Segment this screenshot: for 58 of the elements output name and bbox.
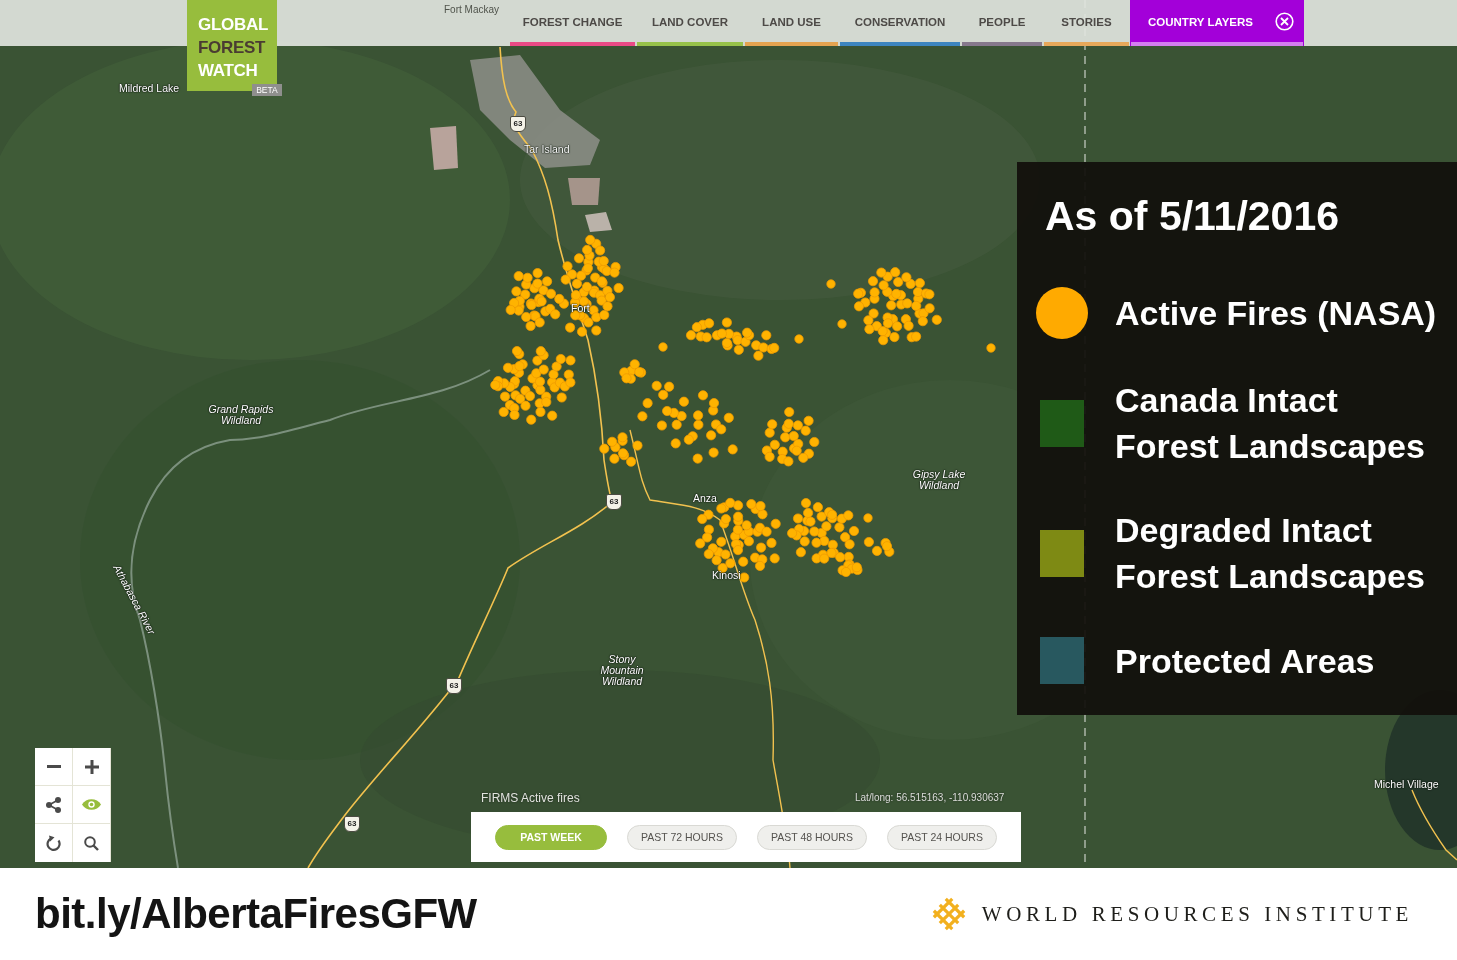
logo-text: FOREST: [198, 37, 266, 59]
highway-shield: 63: [344, 816, 360, 832]
search-button[interactable]: [73, 824, 110, 862]
place-label: Mildred Lake: [119, 83, 180, 94]
eye-icon: [82, 799, 101, 810]
road-line: [1411, 789, 1457, 861]
fire-cluster: [863, 537, 895, 557]
short-link-text: bit.ly/AlbertaFiresGFW: [35, 890, 477, 938]
refresh-icon: [46, 834, 61, 852]
fire-dot: [794, 334, 804, 344]
fire-dot: [826, 279, 836, 289]
nav-tab[interactable]: CONSERVATION: [839, 0, 961, 46]
tailings-pond: [585, 212, 612, 232]
fire-dot: [863, 513, 873, 523]
fire-dot: [986, 343, 996, 353]
nav-tab[interactable]: STORIES: [1043, 0, 1130, 46]
nav-tab[interactable]: COUNTRY LAYERS: [1130, 0, 1304, 46]
fire-cluster: [761, 407, 820, 467]
place-label: Michel Village: [1374, 779, 1439, 790]
time-range-button[interactable]: PAST 72 HOURS: [627, 824, 737, 850]
legend-label: Degraded Intact Forest Landscapes: [1115, 510, 1426, 597]
park-label: Grand Rapids Wildland: [207, 404, 275, 426]
logo-text: GLOBAL: [198, 14, 268, 36]
legend-label: Active Fires (NASA): [1115, 293, 1438, 334]
tailings-pond: [430, 126, 458, 170]
organization-name: WORLD RESOURCES INSTITUTE: [981, 901, 1413, 927]
highway-shield: 63: [446, 678, 462, 694]
share-button[interactable]: [35, 786, 72, 823]
place-label: Fort: [571, 303, 590, 314]
beta-badge: BETA: [252, 84, 282, 96]
close-icon[interactable]: [1275, 12, 1294, 31]
place-label: Anza: [693, 493, 717, 504]
coordinates-text: Lat/long: 56.515163, -110.930637: [855, 792, 1005, 803]
minus-icon: [46, 765, 61, 768]
search-icon: [84, 835, 99, 851]
highway-shield: 63: [606, 494, 622, 510]
legend-label: Canada Intact Forest Landscapes: [1115, 380, 1426, 467]
logo-text: WATCH: [198, 60, 258, 82]
zoom-in-button[interactable]: [73, 748, 110, 785]
zoom-out-button[interactable]: [35, 748, 72, 785]
fire-dot: [837, 319, 847, 329]
park-label: Stony Mountain Wildland: [599, 654, 645, 687]
legend-label: Protected Areas: [1115, 640, 1376, 682]
park-label: Gipsy Lake Wildland: [911, 469, 967, 491]
nav-tab[interactable]: PEOPLE: [961, 0, 1043, 46]
highway-shield: 63: [510, 116, 526, 132]
nav-tab[interactable]: FOREST CHANGE: [509, 0, 636, 46]
legend-title: As of 5/11/2016: [1045, 192, 1341, 240]
fire-dot: [658, 342, 668, 352]
time-range-button[interactable]: PAST 24 HOURS: [887, 824, 997, 850]
time-range-button[interactable]: PAST 48 HOURS: [757, 824, 867, 850]
refresh-button[interactable]: [35, 824, 72, 862]
nav-tab[interactable]: LAND USE: [744, 0, 839, 46]
place-label: Fort Mackay: [444, 4, 499, 15]
layer-title: FIRMS Active fires: [481, 791, 580, 805]
share-icon: [46, 796, 61, 813]
nav-tab[interactable]: LAND COVER: [636, 0, 744, 46]
plus-icon: [84, 759, 99, 774]
